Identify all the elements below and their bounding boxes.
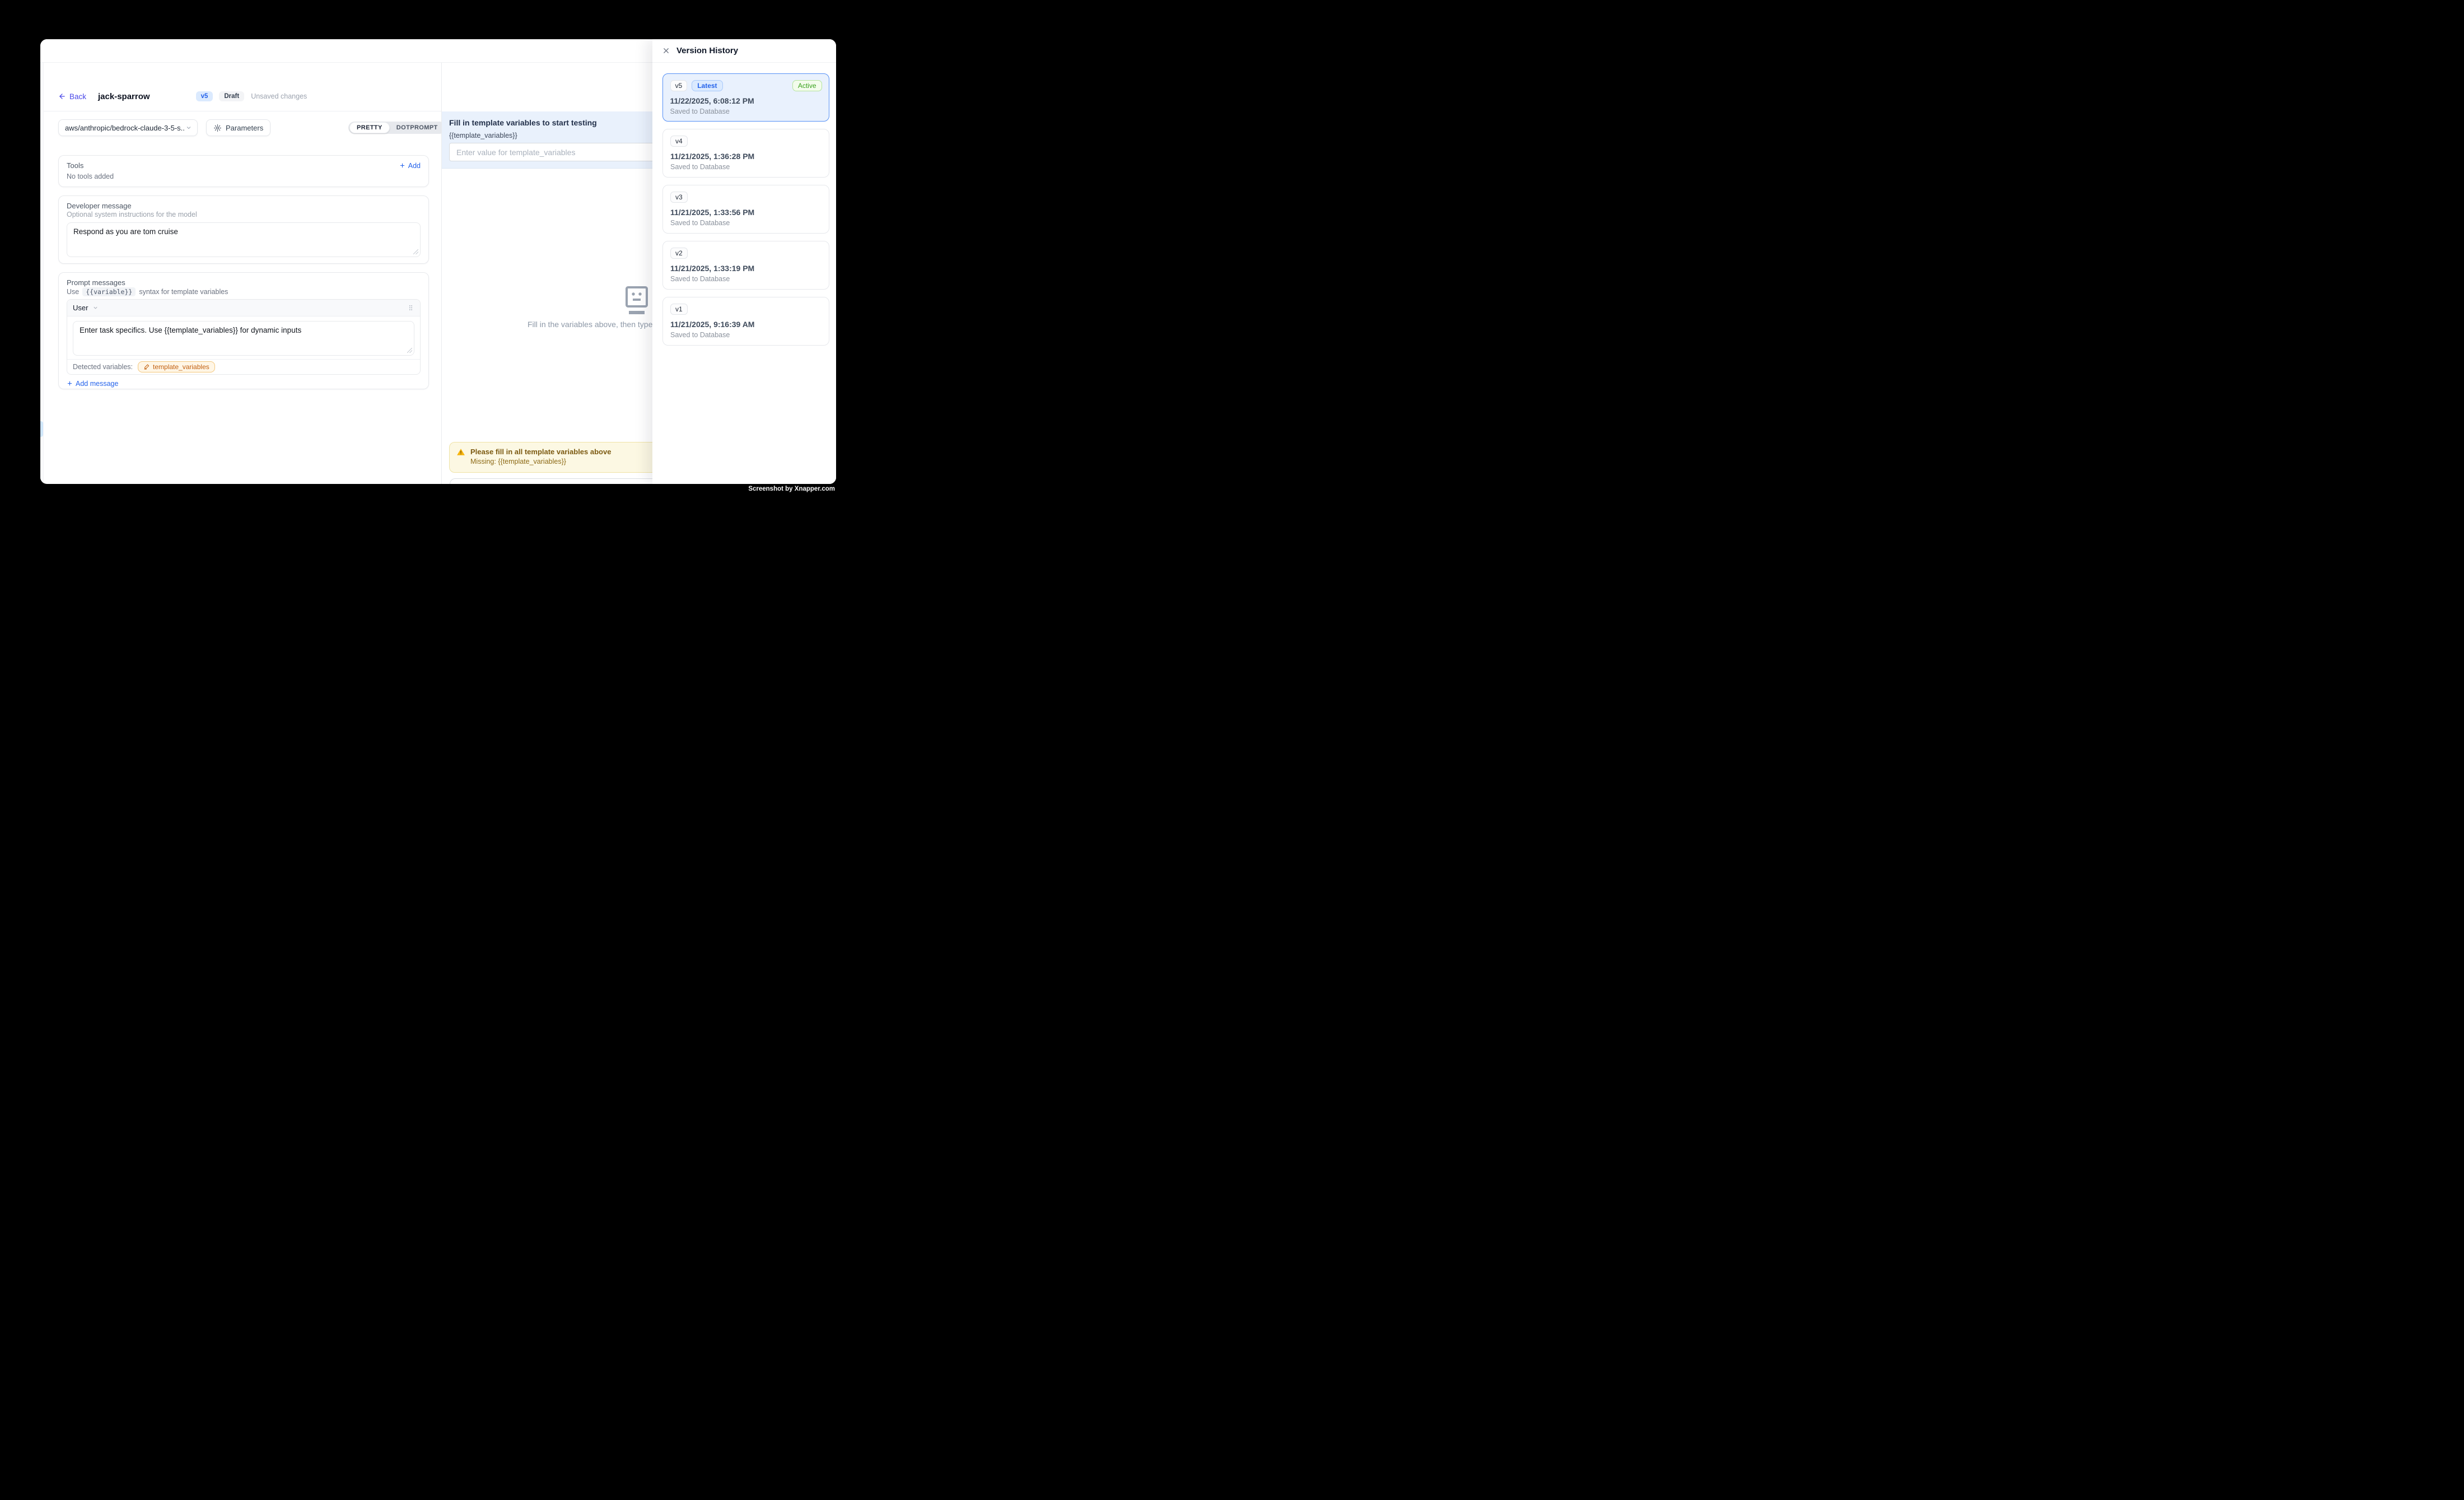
developer-message-subtitle: Optional system instructions for the mod…	[67, 211, 421, 218]
tools-card: Tools Add No tools added	[58, 155, 429, 187]
user-message-input[interactable]: Enter task specifics. Use {{template_var…	[73, 321, 414, 356]
version-timestamp: 11/22/2025, 6:08:12 PM	[670, 96, 822, 105]
back-label: Back	[69, 92, 86, 101]
add-message-button[interactable]: Add message	[67, 380, 118, 388]
warning-title: Please fill in all template variables ab…	[470, 448, 611, 456]
chevron-down-icon	[92, 305, 99, 311]
developer-message-title: Developer message	[67, 202, 421, 210]
version-source: Saved to Database	[670, 163, 822, 171]
version-source: Saved to Database	[670, 275, 822, 283]
toggle-dotprompt[interactable]: DOTPROMPT	[390, 123, 445, 133]
variable-syntax-chip: {{variable}}	[82, 287, 136, 296]
message-role-header: User	[67, 300, 420, 316]
version-source: Saved to Database	[670, 108, 822, 115]
role-select[interactable]: User	[73, 304, 99, 312]
prompt-message-block: User Enter task specifics. Use {{templat…	[67, 299, 421, 375]
app-window: Back jack-sparrow v5 Draft Unsaved chang…	[40, 39, 836, 484]
warning-missing-text: Missing: {{template_variables}}	[470, 458, 611, 465]
editor-toolbar: aws/anthropic/bedrock-claude-3-5-s... Pa…	[58, 119, 270, 136]
close-icon[interactable]	[662, 46, 670, 55]
version-timestamp: 11/21/2025, 1:33:19 PM	[670, 264, 822, 273]
detected-variables-row: Detected variables: template_variables	[67, 359, 420, 374]
hint-suffix: syntax for template variables	[139, 288, 228, 296]
version-source: Saved to Database	[670, 331, 822, 339]
format-toggle: PRETTY DOTPROMPT	[348, 122, 446, 134]
screenshot-canvas: Back jack-sparrow v5 Draft Unsaved chang…	[0, 0, 878, 534]
role-select-value: User	[73, 304, 88, 312]
editor-header: Back jack-sparrow v5 Draft Unsaved chang…	[58, 88, 307, 105]
developer-message-card: Developer message Optional system instru…	[58, 195, 429, 264]
version-source: Saved to Database	[670, 219, 822, 227]
template-variable-chip[interactable]: template_variables	[138, 361, 215, 372]
version-timestamp: 11/21/2025, 1:33:56 PM	[670, 208, 822, 217]
plus-icon	[67, 380, 73, 386]
version-card-v4[interactable]: v4 11/21/2025, 1:36:28 PM Saved to Datab…	[662, 129, 829, 178]
version-timestamp: 11/21/2025, 9:16:39 AM	[670, 320, 822, 329]
version-history-panel: Version History v5 Latest Active 11/22/2…	[652, 39, 836, 484]
version-number-badge: v5	[670, 80, 688, 91]
left-rail	[40, 63, 44, 484]
version-history-header: Version History	[652, 39, 836, 63]
unsaved-changes-text: Unsaved changes	[251, 92, 307, 100]
version-number-badge: v1	[670, 304, 688, 315]
version-card-v3[interactable]: v3 11/21/2025, 1:33:56 PM Saved to Datab…	[662, 185, 829, 234]
template-variable-chip-label: template_variables	[153, 363, 209, 371]
arrow-left-icon	[58, 92, 66, 100]
tools-empty-text: No tools added	[67, 173, 421, 180]
developer-message-input[interactable]: Respond as you are tom cruise	[67, 222, 421, 257]
version-list: v5 Latest Active 11/22/2025, 6:08:12 PM …	[652, 63, 836, 346]
prompt-messages-card: Prompt messages Use {{variable}} syntax …	[58, 272, 429, 389]
version-history-title: Version History	[676, 46, 738, 55]
latest-badge: Latest	[692, 80, 722, 91]
prompt-messages-hint: Use {{variable}} syntax for template var…	[67, 287, 421, 296]
add-message-label: Add message	[76, 380, 118, 388]
version-number-badge: v3	[670, 192, 688, 203]
active-badge: Active	[792, 80, 822, 91]
prompt-messages-title: Prompt messages	[67, 278, 421, 287]
tools-title: Tools	[67, 161, 83, 170]
chevron-down-icon	[185, 124, 192, 131]
empty-state-text: Fill in the variables above, then type	[528, 320, 652, 329]
add-tool-button[interactable]: Add	[399, 162, 421, 170]
model-select[interactable]: aws/anthropic/bedrock-claude-3-5-s...	[58, 119, 198, 136]
sidebar-indicator[interactable]	[40, 421, 43, 437]
parameters-label: Parameters	[226, 124, 263, 132]
model-select-value: aws/anthropic/bedrock-claude-3-5-s...	[65, 124, 185, 132]
draft-badge: Draft	[219, 91, 244, 102]
version-number-badge: v2	[670, 248, 688, 259]
plus-icon	[399, 162, 405, 169]
watermark-text: Screenshot by Xnapper.com	[748, 486, 835, 492]
version-number-badge: v4	[670, 136, 688, 147]
add-tool-label: Add	[408, 162, 421, 170]
version-badge: v5	[196, 91, 213, 102]
version-card-v2[interactable]: v2 11/21/2025, 1:33:19 PM Saved to Datab…	[662, 241, 829, 290]
version-card-v5[interactable]: v5 Latest Active 11/22/2025, 6:08:12 PM …	[662, 73, 829, 122]
version-card-v1[interactable]: v1 11/21/2025, 9:16:39 AM Saved to Datab…	[662, 297, 829, 346]
pencil-line-icon	[143, 364, 150, 370]
warning-triangle-icon	[456, 448, 465, 467]
gear-icon	[213, 124, 222, 132]
toggle-pretty[interactable]: PRETTY	[349, 122, 390, 133]
hint-prefix: Use	[67, 288, 79, 296]
detected-variables-label: Detected variables:	[73, 363, 133, 371]
bot-face-icon	[622, 286, 651, 317]
page-title: jack-sparrow	[98, 92, 150, 101]
parameters-button[interactable]: Parameters	[206, 119, 270, 136]
version-timestamp: 11/21/2025, 1:36:28 PM	[670, 152, 822, 161]
back-button[interactable]: Back	[58, 92, 86, 101]
drag-handle-icon[interactable]	[407, 304, 414, 312]
